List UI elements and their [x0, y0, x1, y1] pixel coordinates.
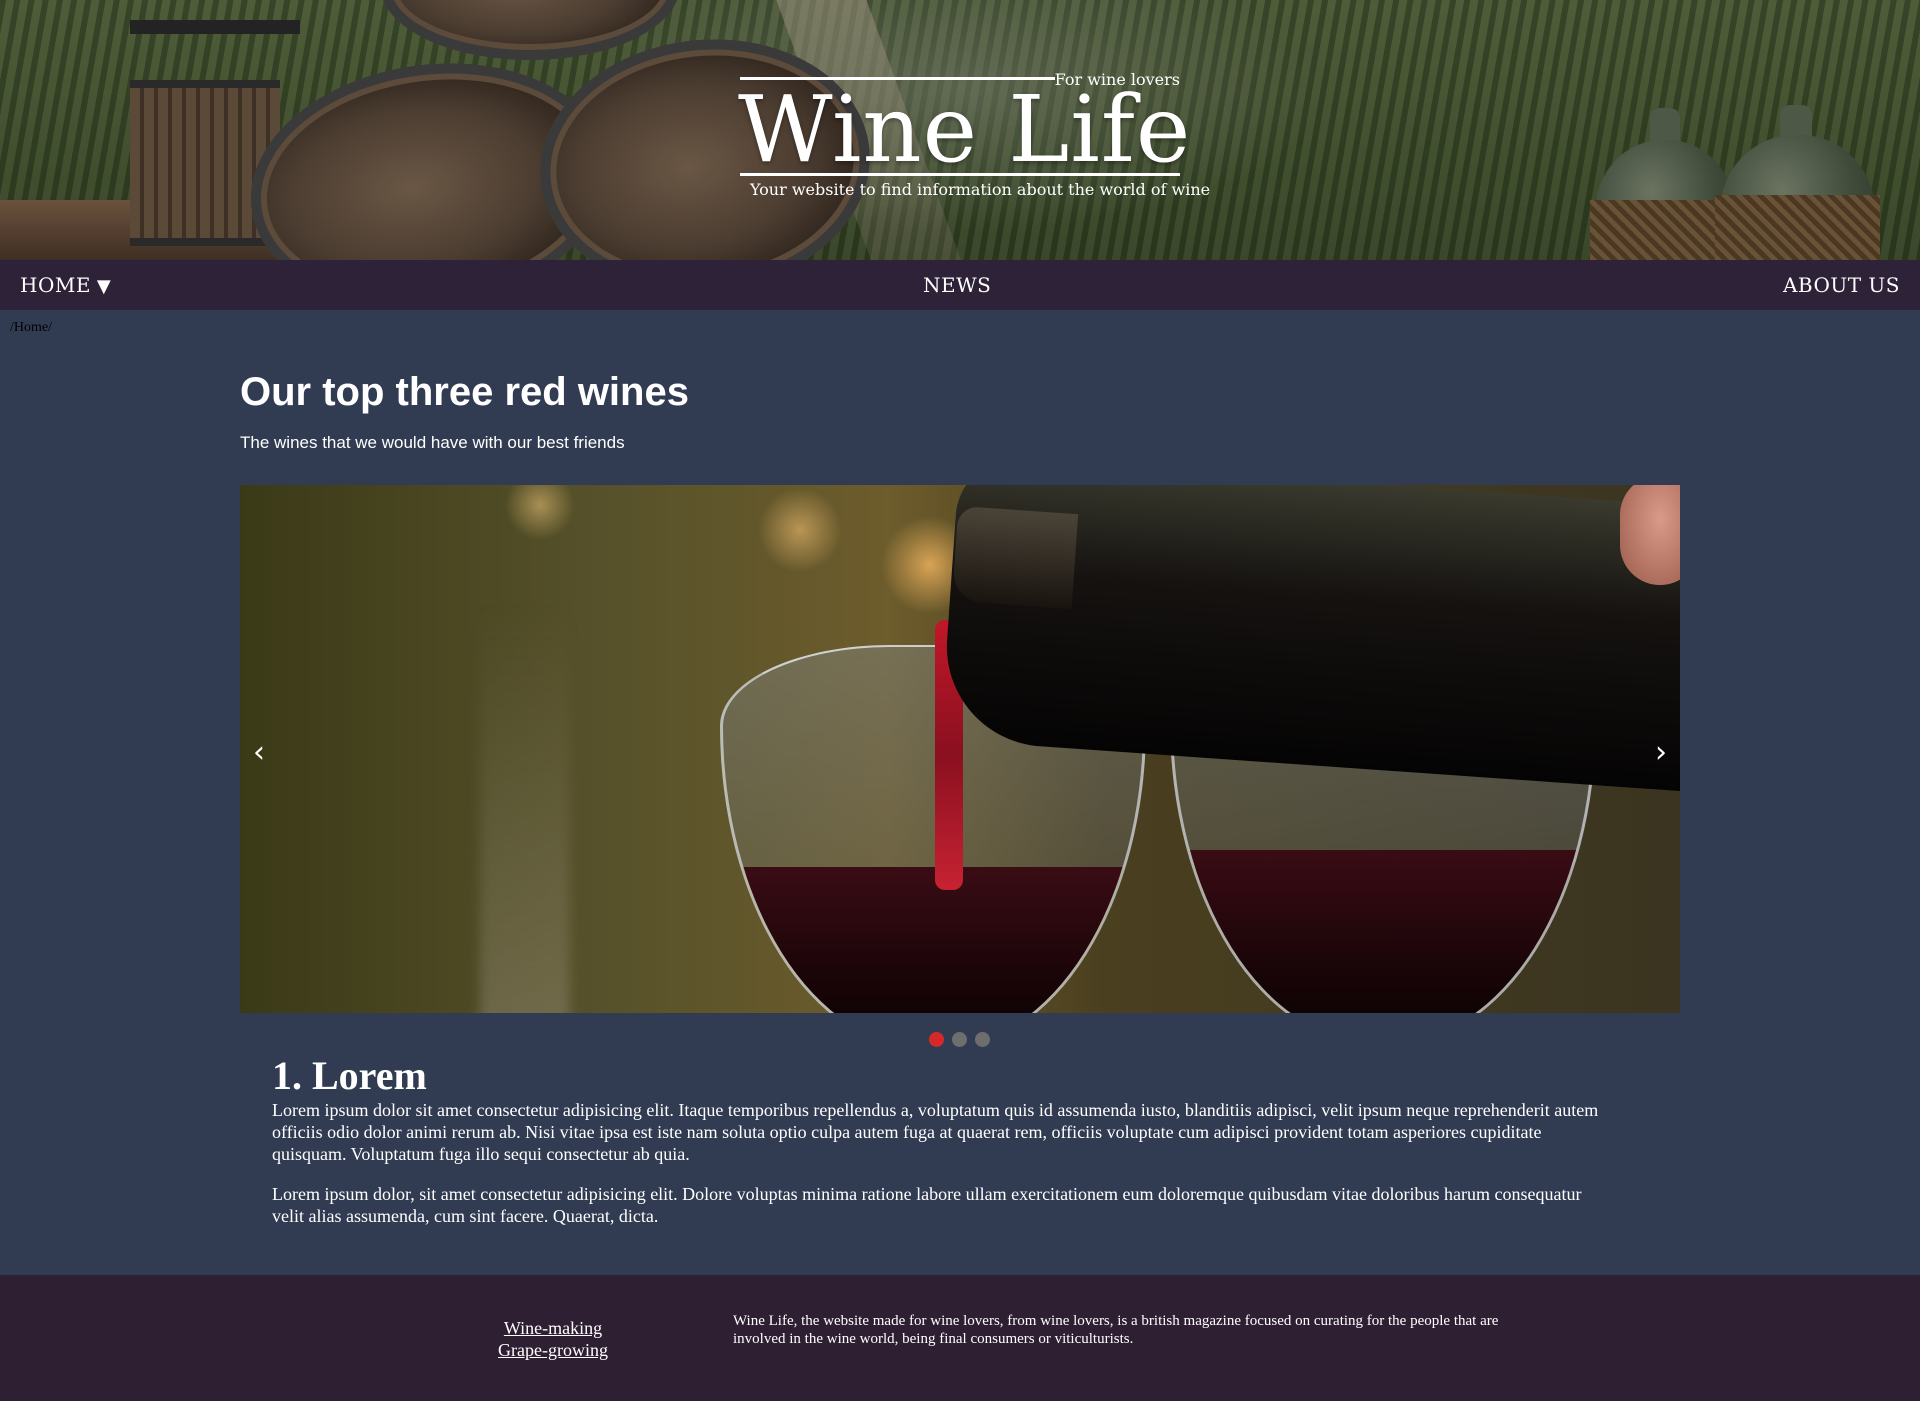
wine-description-paragraph: Lorem ipsum dolor sit amet consectetur a… [272, 1100, 1599, 1164]
footer-about-text: Wine Life, the website made for wine lov… [733, 1313, 1499, 1347]
carousel-dot-1[interactable] [929, 1032, 944, 1047]
site-title: Wine Life [738, 76, 1192, 183]
breadcrumb[interactable]: /Home/ [10, 320, 52, 336]
carousel-dot-2[interactable] [952, 1032, 967, 1047]
nav-home[interactable]: HOME ▼ [20, 273, 111, 297]
wicker-basket [1715, 195, 1880, 260]
nav-home-label: HOME [20, 273, 91, 297]
page-subtitle: The wines that we would have with our be… [240, 433, 625, 452]
footer-link-grape-growing[interactable]: Grape-growing [498, 1339, 608, 1361]
carousel-indicators [929, 1032, 998, 1048]
page-title: Our top three red wines [240, 370, 689, 414]
image-carousel: ‹ › [240, 485, 1680, 1013]
carousel-prev-button[interactable]: ‹ [253, 735, 265, 770]
logo-rule-bottom [740, 173, 1180, 176]
caret-down-icon: ▼ [96, 276, 112, 297]
red-wine [723, 867, 1143, 1013]
hand-image [1620, 485, 1680, 585]
bottle-neck [951, 505, 1079, 610]
footer: Wine-making Grape-growing Wine Life, the… [0, 1275, 1920, 1401]
wine-description-paragraph: Lorem ipsum dolor, sit amet consectetur … [272, 1184, 1582, 1226]
nav-news[interactable]: NEWS [923, 273, 991, 297]
wine-title: 1. Lorem [272, 1053, 427, 1098]
site-subtitle: Your website to find information about t… [750, 180, 1211, 199]
footer-link-wine-making[interactable]: Wine-making [498, 1317, 608, 1339]
main-nav: HOME ▼ NEWS ABOUT US [0, 260, 1920, 310]
nav-about-us[interactable]: ABOUT US [1783, 273, 1900, 297]
bokeh-background [480, 605, 570, 1013]
red-wine [1173, 850, 1593, 1013]
site-logo[interactable]: For wine lovers Wine Life Your website t… [738, 72, 1210, 202]
header-banner: For wine lovers Wine Life Your website t… [0, 0, 1920, 260]
carousel-next-button[interactable]: › [1655, 735, 1667, 770]
footer-links: Wine-making Grape-growing [498, 1317, 608, 1361]
carousel-dot-3[interactable] [975, 1032, 990, 1047]
